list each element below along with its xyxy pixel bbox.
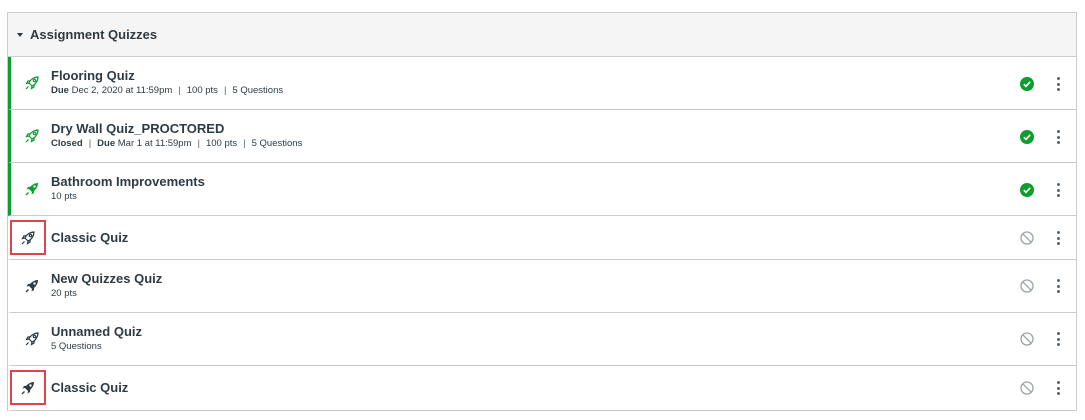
quiz-row[interactable]: Classic Quiz xyxy=(8,366,1076,411)
quiz-title[interactable]: Classic Quiz xyxy=(51,379,128,396)
quiz-row[interactable]: Bathroom Improvements 10 pts xyxy=(8,163,1076,216)
quiz-row[interactable]: New Quizzes Quiz 20 pts xyxy=(8,260,1076,313)
unpublished-circle-icon[interactable] xyxy=(1020,279,1034,293)
quiz-title[interactable]: Classic Quiz xyxy=(51,229,128,246)
unpublished-circle-icon[interactable] xyxy=(1020,231,1034,245)
unpublished-circle-icon[interactable] xyxy=(1020,332,1034,346)
quiz-meta: Closed | Due Mar 1 at 11:59pm | 100 pts | 5 Qu… xyxy=(51,138,303,149)
kebab-menu-icon[interactable] xyxy=(1056,231,1060,245)
quiz-title[interactable]: Flooring Quiz xyxy=(51,67,283,84)
quiz-row[interactable]: Dry Wall Quiz_PROCTORED Closed | Due Mar 1… xyxy=(8,110,1076,163)
quiz-title[interactable]: Dry Wall Quiz_PROCTORED xyxy=(51,120,302,137)
check-circle-icon[interactable] xyxy=(1020,183,1034,197)
kebab-menu-icon[interactable] xyxy=(1056,130,1060,144)
quiz-title[interactable]: New Quizzes Quiz xyxy=(51,270,162,287)
quiz-row[interactable]: Classic Quiz xyxy=(8,216,1076,260)
kebab-menu-icon[interactable] xyxy=(1056,332,1060,346)
rocket-outline-icon xyxy=(21,328,43,350)
rocket-solid-icon xyxy=(21,178,43,200)
rocket-outline-icon xyxy=(10,220,46,255)
rocket-outline-icon xyxy=(21,72,43,94)
caret-down-icon[interactable] xyxy=(17,32,23,37)
quiz-row[interactable]: Flooring Quiz Due Dec 2, 2020 at 11:59pm… xyxy=(8,57,1076,110)
quiz-meta: Due Dec 2, 2020 at 11:59pm | 100 pts | 5 Que… xyxy=(51,85,284,96)
unpublished-circle-icon[interactable] xyxy=(1020,381,1034,395)
kebab-menu-icon[interactable] xyxy=(1056,279,1060,293)
kebab-menu-icon[interactable] xyxy=(1056,183,1060,197)
check-circle-icon[interactable] xyxy=(1020,77,1034,91)
quiz-title[interactable]: Bathroom Improvements xyxy=(51,173,205,190)
quiz-meta: 20 pts xyxy=(51,288,77,299)
rocket-solid-icon xyxy=(10,370,46,405)
check-circle-icon[interactable] xyxy=(1020,130,1034,144)
kebab-menu-icon[interactable] xyxy=(1056,77,1060,91)
quiz-row[interactable]: Unnamed Quiz 5 Questions xyxy=(8,313,1076,366)
module-title: Assignment Quizzes xyxy=(30,27,158,42)
kebab-menu-icon[interactable] xyxy=(1056,381,1060,395)
quiz-title[interactable]: Unnamed Quiz xyxy=(51,323,142,340)
module-header[interactable]: Assignment Quizzes xyxy=(8,13,1076,57)
quiz-meta: 5 Questions xyxy=(51,341,102,352)
rocket-outline-icon xyxy=(21,125,43,147)
rocket-solid-icon xyxy=(21,275,43,297)
quiz-meta: 10 pts xyxy=(51,191,77,202)
module-panel: Assignment Quizzes Flooring Quiz Due Dec… xyxy=(7,12,1077,411)
